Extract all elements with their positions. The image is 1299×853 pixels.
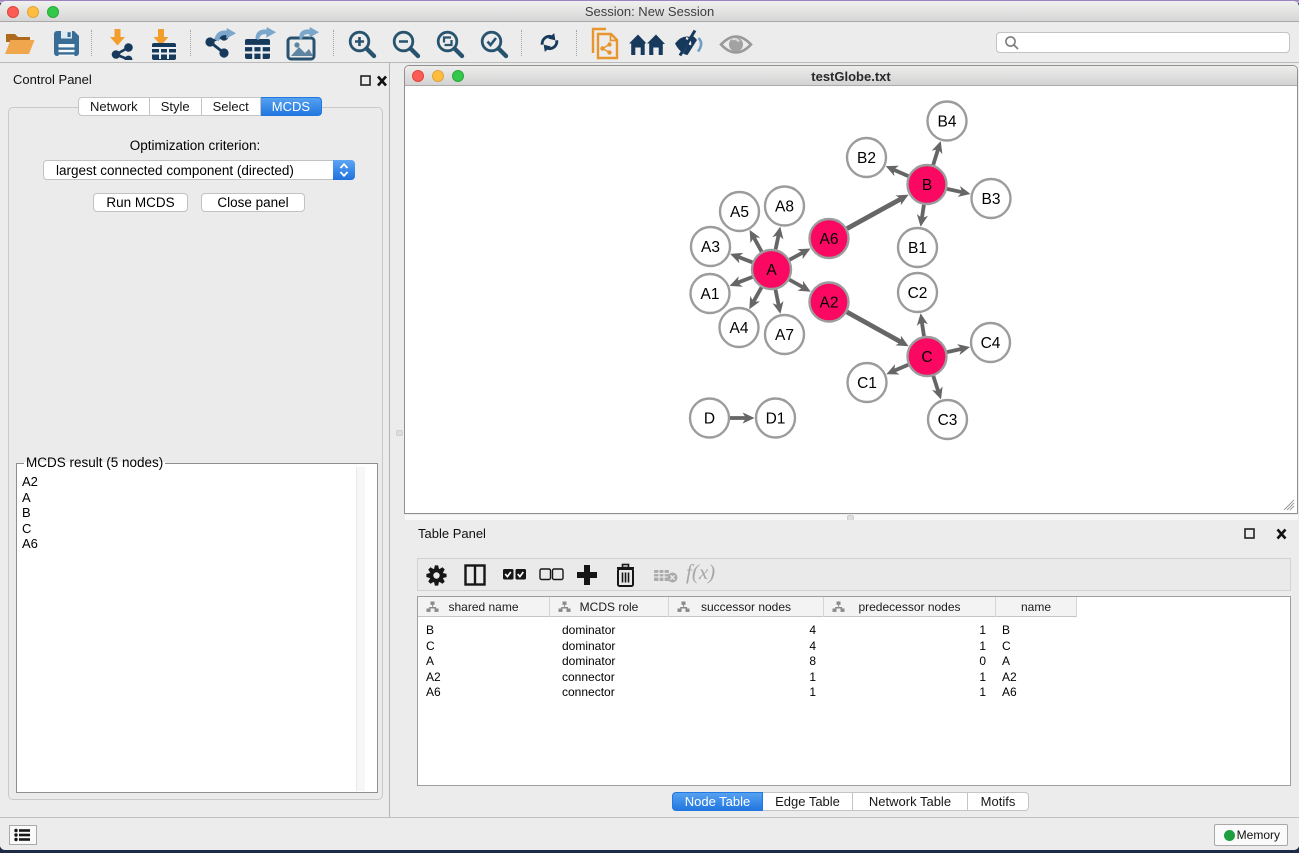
- svg-text:A: A: [766, 262, 777, 279]
- svg-text:C2: C2: [908, 285, 928, 302]
- svg-text:A5: A5: [730, 204, 749, 221]
- svg-text:B2: B2: [857, 150, 876, 167]
- svg-text:C3: C3: [938, 412, 958, 429]
- svg-text:A2: A2: [820, 295, 839, 312]
- svg-text:A8: A8: [775, 199, 794, 216]
- svg-text:D: D: [704, 411, 715, 428]
- svg-text:A6: A6: [820, 231, 839, 248]
- svg-text:A4: A4: [730, 320, 749, 337]
- svg-text:C1: C1: [857, 375, 877, 392]
- svg-text:B1: B1: [908, 240, 927, 257]
- svg-text:C4: C4: [981, 335, 1001, 352]
- svg-text:B4: B4: [938, 114, 957, 131]
- svg-text:B: B: [922, 177, 932, 194]
- svg-text:B3: B3: [982, 191, 1001, 208]
- svg-text:A1: A1: [701, 286, 720, 303]
- svg-text:C: C: [921, 349, 932, 366]
- svg-text:A3: A3: [701, 239, 720, 256]
- svg-text:D1: D1: [766, 411, 786, 428]
- svg-text:A7: A7: [775, 327, 794, 344]
